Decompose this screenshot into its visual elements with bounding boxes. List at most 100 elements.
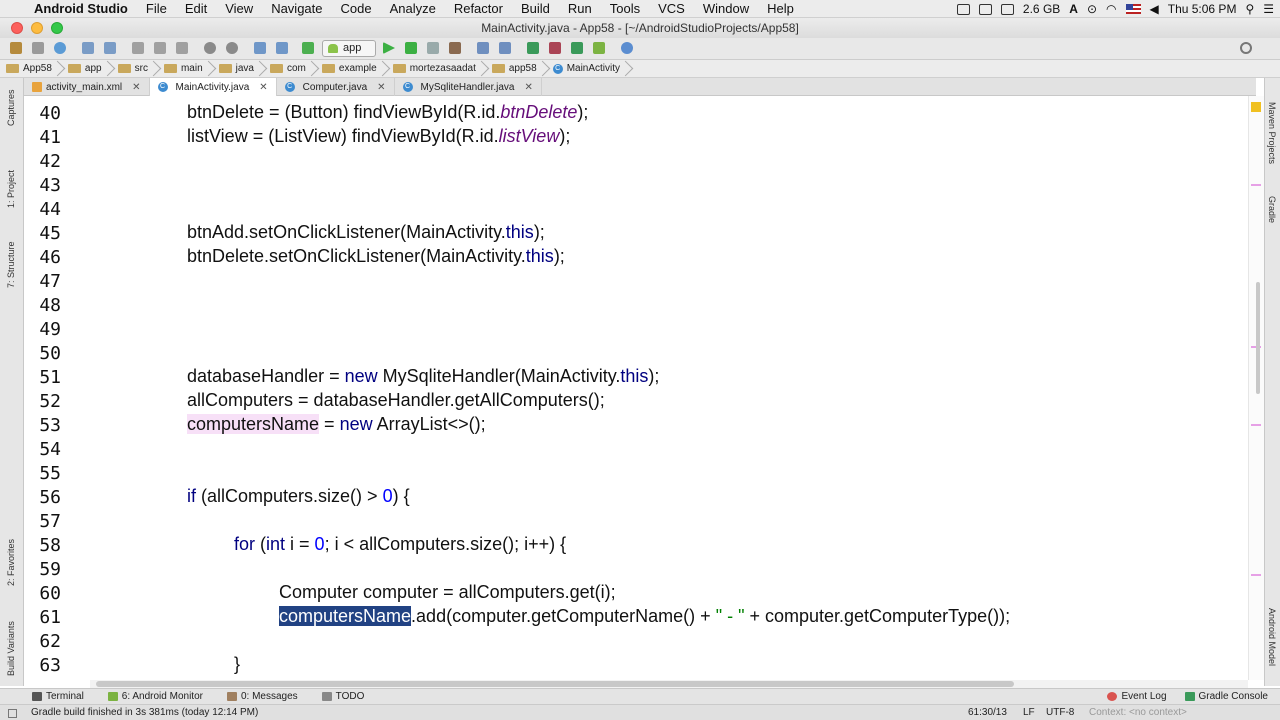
- menu-refactor[interactable]: Refactor: [445, 1, 512, 16]
- menu-build[interactable]: Build: [512, 1, 559, 16]
- minimize-window-button[interactable]: [31, 22, 43, 34]
- tab-mainactivity-java[interactable]: C MainActivity.java ✕: [149, 78, 277, 96]
- breadcrumb-item[interactable]: java: [213, 60, 264, 78]
- editor-vertical-scrollbar[interactable]: [1248, 96, 1264, 680]
- cut-icon[interactable]: [132, 42, 144, 54]
- line-number-gutter[interactable]: 40 41 42 43 44 45 46 47 48 49 50 51 52 5…: [24, 96, 90, 680]
- menu-app-name[interactable]: Android Studio: [30, 1, 137, 16]
- forward-icon[interactable]: [276, 42, 288, 54]
- code-line-60[interactable]: Computer computer = allComputers.get(i);: [279, 582, 616, 603]
- menu-window[interactable]: Window: [694, 1, 758, 16]
- status-message[interactable]: Gradle build finished in 3s 381ms (today…: [31, 705, 258, 720]
- sdk-manager-icon[interactable]: [477, 42, 489, 54]
- menu-help[interactable]: Help: [758, 1, 803, 16]
- analysis-status-icon[interactable]: [1251, 102, 1261, 112]
- error-stripe-marker[interactable]: [1251, 424, 1261, 426]
- run-config-dropdown[interactable]: app: [322, 40, 376, 57]
- code-editor[interactable]: btnDelete = (Button) findViewById(R.id.b…: [90, 96, 1248, 680]
- screen-record-icon[interactable]: [956, 3, 970, 15]
- caret-position[interactable]: 61:30/13: [968, 705, 1007, 720]
- menu-clock[interactable]: Thu 5:06 PM: [1168, 2, 1237, 16]
- run-icon[interactable]: [383, 42, 395, 54]
- favorites-tool-button[interactable]: 2: Favorites: [6, 539, 16, 586]
- breadcrumb-item[interactable]: mortezasaadat: [387, 60, 486, 78]
- breadcrumb-item[interactable]: App58: [0, 60, 62, 78]
- code-line-40[interactable]: btnDelete = (Button) findViewById(R.id.b…: [187, 102, 588, 123]
- captures-tool-button[interactable]: Captures: [6, 89, 16, 126]
- close-tab-icon[interactable]: ✕: [259, 82, 267, 93]
- structure-tool-button[interactable]: 7: Structure: [6, 241, 16, 288]
- code-line-58[interactable]: for (int i = 0; i < allComputers.size();…: [234, 534, 566, 555]
- gradle-console-tool-button[interactable]: Gradle Console: [1184, 691, 1268, 702]
- cpu-icon[interactable]: [1000, 3, 1014, 15]
- text-input-icon[interactable]: A: [1069, 2, 1078, 16]
- memory-indicator[interactable]: 2.6 GB: [1023, 2, 1060, 16]
- attach-debugger-icon[interactable]: [427, 42, 439, 54]
- code-line-46[interactable]: btnDelete.setOnClickListener(MainActivit…: [187, 246, 565, 267]
- code-line-41[interactable]: listView = (ListView) findViewById(R.id.…: [187, 126, 570, 147]
- make-project-icon[interactable]: [302, 42, 314, 54]
- editor-horizontal-scrollbar[interactable]: [90, 680, 1248, 688]
- breadcrumb-item[interactable]: example: [316, 60, 387, 78]
- search-everywhere-icon[interactable]: [1240, 42, 1252, 54]
- sdk-icon[interactable]: [571, 42, 583, 54]
- android-device-monitor-icon[interactable]: [593, 42, 605, 54]
- close-tab-icon[interactable]: ✕: [132, 82, 140, 93]
- menu-file[interactable]: File: [137, 1, 176, 16]
- build-variants-tool-button[interactable]: Build Variants: [6, 621, 16, 676]
- android-monitor-tool-button[interactable]: 6: Android Monitor: [107, 691, 203, 702]
- scrollbar-thumb[interactable]: [96, 681, 1014, 687]
- scrollbar-thumb[interactable]: [1256, 282, 1260, 394]
- code-line-63[interactable]: }: [234, 654, 240, 675]
- find-icon[interactable]: [204, 42, 216, 54]
- menu-analyze[interactable]: Analyze: [381, 1, 445, 16]
- maven-projects-tool-button[interactable]: Maven Projects: [1267, 102, 1277, 164]
- error-stripe-marker[interactable]: [1251, 574, 1261, 576]
- tab-activity-main-xml[interactable]: activity_main.xml ✕: [24, 78, 150, 96]
- toggle-tool-windows-icon[interactable]: [8, 709, 17, 718]
- menu-vcs[interactable]: VCS: [649, 1, 694, 16]
- avd-manager-icon[interactable]: [549, 42, 561, 54]
- terminal-tool-button[interactable]: Terminal: [32, 691, 84, 702]
- undo-icon[interactable]: [82, 42, 94, 54]
- line-separator[interactable]: LF: [1023, 705, 1035, 720]
- menu-run[interactable]: Run: [559, 1, 601, 16]
- project-tool-button[interactable]: 1: Project: [6, 170, 16, 208]
- breadcrumb-item[interactable]: com: [264, 60, 316, 78]
- tab-mysqlitehandler-java[interactable]: C MySqliteHandler.java ✕: [395, 78, 542, 96]
- close-window-button[interactable]: [11, 22, 23, 34]
- code-line-53[interactable]: computersName = new ArrayList<>();: [187, 414, 486, 435]
- code-line-61[interactable]: computersName.add(computer.getComputerNa…: [279, 606, 1010, 627]
- todo-tool-button[interactable]: TODO: [321, 691, 364, 702]
- close-tab-icon[interactable]: ✕: [524, 82, 532, 93]
- close-tab-icon[interactable]: ✕: [377, 82, 385, 93]
- gradle-sync-icon[interactable]: [527, 42, 539, 54]
- menu-view[interactable]: View: [216, 1, 262, 16]
- messages-tool-button[interactable]: 0: Messages: [226, 691, 298, 702]
- tab-computer-java[interactable]: C Computer.java ✕: [277, 78, 395, 96]
- menu-edit[interactable]: Edit: [176, 1, 216, 16]
- android-model-tool-button[interactable]: Android Model: [1267, 608, 1277, 666]
- breadcrumb-item[interactable]: src: [112, 60, 158, 78]
- code-line-56[interactable]: if (allComputers.size() > 0) {: [187, 486, 410, 507]
- breadcrumb-item[interactable]: app: [62, 60, 112, 78]
- zoom-window-button[interactable]: [51, 22, 63, 34]
- open-folder-icon[interactable]: [10, 42, 22, 54]
- breadcrumb-item[interactable]: C MainActivity: [547, 60, 630, 78]
- stop-icon[interactable]: [449, 42, 461, 54]
- paste-icon[interactable]: [176, 42, 188, 54]
- menu-navigate[interactable]: Navigate: [262, 1, 331, 16]
- notification-center-icon[interactable]: ☰: [1263, 2, 1274, 16]
- project-structure-icon[interactable]: [499, 42, 511, 54]
- debug-icon[interactable]: [405, 42, 417, 54]
- redo-icon[interactable]: [104, 42, 116, 54]
- message-icon[interactable]: [978, 3, 992, 15]
- menu-code[interactable]: Code: [332, 1, 381, 16]
- network-icon[interactable]: ⊙: [1087, 2, 1097, 16]
- breadcrumb-item[interactable]: main: [158, 60, 213, 78]
- back-icon[interactable]: [254, 42, 266, 54]
- code-line-51[interactable]: databaseHandler = new MySqliteHandler(Ma…: [187, 366, 659, 387]
- code-line-45[interactable]: btnAdd.setOnClickListener(MainActivity.t…: [187, 222, 545, 243]
- error-stripe-marker[interactable]: [1251, 184, 1261, 186]
- volume-icon[interactable]: ◀: [1150, 2, 1159, 16]
